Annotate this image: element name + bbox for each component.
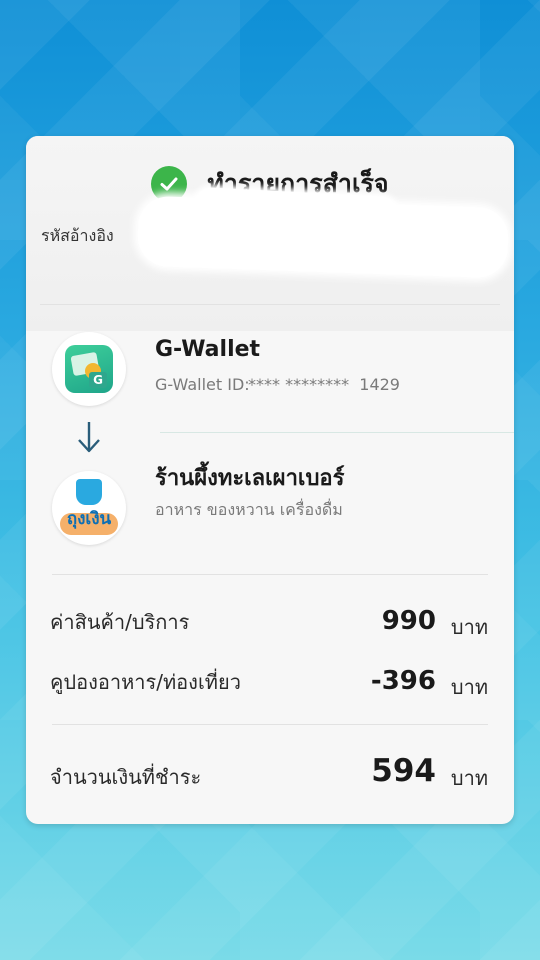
tung-ngern-logo-icon: ถุงเงิน	[52, 471, 126, 545]
product-service-unit: บาท	[450, 615, 488, 639]
product-service-label: ค่าสินค้า/บริการ	[50, 610, 190, 634]
total-label: จำนวนเงินที่ชำระ	[50, 765, 202, 789]
divider	[160, 432, 514, 433]
arrow-down-icon	[78, 422, 100, 453]
transaction-receipt-card: ทำรายการสำเร็จ รหัสอ้างอิง G G-Wallet G-…	[26, 136, 514, 824]
coupon-amount: -396	[370, 666, 436, 696]
total-amount: 594	[371, 753, 436, 789]
payee-category: อาหาร ของหวาน เครื่องดื่ม	[155, 500, 343, 519]
g-wallet-logo-icon: G	[52, 332, 126, 406]
divider	[52, 574, 488, 575]
divider	[52, 724, 488, 725]
divider	[40, 304, 500, 305]
product-service-amount: 990	[381, 606, 436, 636]
payer-name: G-Wallet	[155, 337, 261, 362]
payee-name: ร้านผึ้งทะเลเผาเบอร์	[155, 466, 345, 491]
total-unit: บาท	[450, 766, 488, 790]
coupon-unit: บาท	[450, 675, 488, 699]
payer-id-value: **** ******** 1429	[248, 375, 400, 394]
payer-id-label: G-Wallet ID:	[155, 375, 250, 394]
coupon-label: คูปองอาหาร/ท่องเที่ยว	[50, 670, 241, 694]
reference-label: รหัสอ้างอิง	[41, 226, 114, 245]
payee-logo-text: ถุงเงิน	[66, 509, 112, 529]
